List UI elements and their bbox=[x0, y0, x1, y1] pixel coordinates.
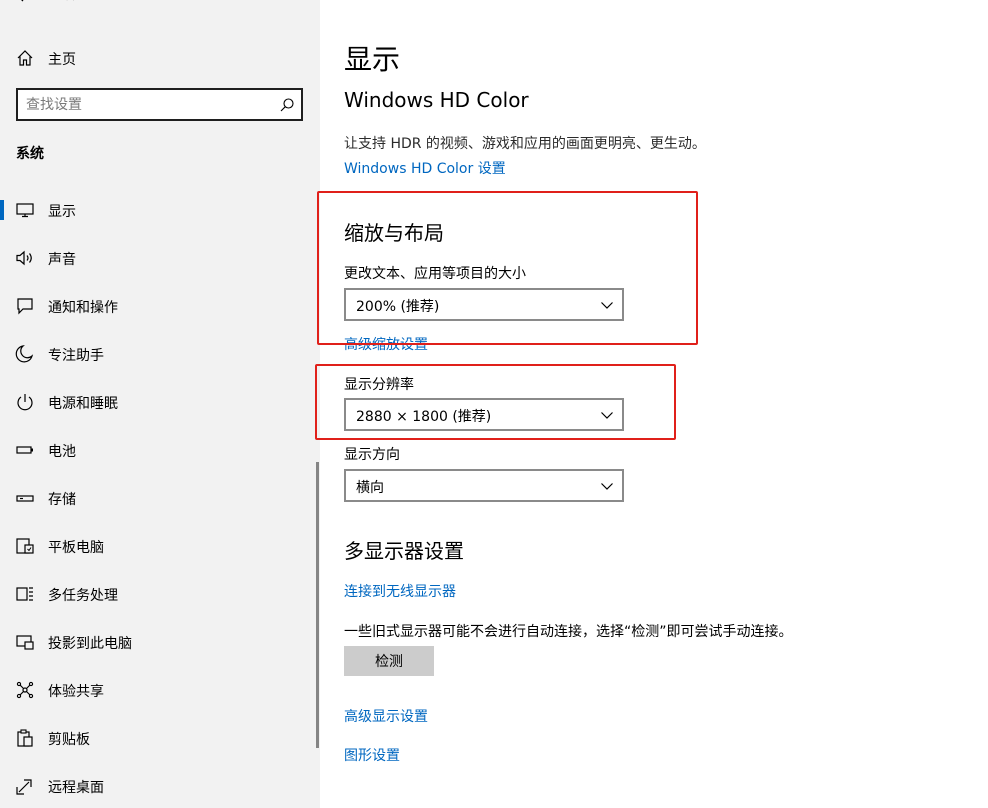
sidebar-item-label: 显示 bbox=[48, 204, 76, 220]
sidebar-item-label: 专注助手 bbox=[48, 348, 104, 364]
annotation-box-resolution bbox=[315, 364, 676, 440]
speaker-icon bbox=[16, 250, 32, 266]
sidebar-item-notifications[interactable]: 通知和操作 bbox=[0, 282, 320, 330]
sidebar-item-label: 电池 bbox=[48, 444, 76, 460]
orientation-dropdown[interactable]: 横向 bbox=[344, 469, 624, 502]
multi-display-heading: 多显示器设置 bbox=[344, 539, 464, 563]
multitask-icon bbox=[16, 587, 33, 601]
sidebar-item-display[interactable]: 显示 bbox=[0, 186, 320, 234]
sidebar-item-tablet[interactable]: 平板电脑 bbox=[0, 522, 320, 570]
search-box[interactable] bbox=[16, 88, 303, 121]
advanced-display-link[interactable]: 高级显示设置 bbox=[344, 706, 428, 726]
sidebar-item-multitasking[interactable]: 多任务处理 bbox=[0, 570, 320, 618]
orientation-label: 显示方向 bbox=[344, 447, 400, 463]
moon-icon bbox=[15, 345, 34, 363]
sidebar-item-label: 通知和操作 bbox=[48, 300, 118, 316]
sidebar-item-power[interactable]: 电源和睡眠 bbox=[0, 378, 320, 426]
projection-icon bbox=[16, 635, 34, 650]
sidebar-item-label: 存储 bbox=[48, 492, 76, 508]
home-icon bbox=[17, 50, 33, 66]
section-title: 系统 bbox=[16, 146, 44, 162]
sidebar-item-battery[interactable]: 电池 bbox=[0, 426, 320, 474]
sidebar-item-label: 远程桌面 bbox=[48, 780, 104, 796]
sidebar-item-storage[interactable]: 存储 bbox=[0, 474, 320, 522]
sidebar-nav: 显示 声音 通知和操作 专注助手 电源和睡眠 电池 存储 平板电脑 多任务处理 … bbox=[0, 186, 320, 808]
sidebar-item-projection[interactable]: 投影到此电脑 bbox=[0, 618, 320, 666]
battery-icon bbox=[16, 446, 33, 454]
detect-button[interactable]: 检测 bbox=[344, 646, 434, 676]
sidebar-scrollbar[interactable] bbox=[316, 462, 319, 748]
sidebar-item-label: 多任务处理 bbox=[48, 588, 118, 604]
sidebar-item-remote-desktop[interactable]: 远程桌面 bbox=[0, 762, 320, 808]
search-icon[interactable] bbox=[279, 97, 295, 113]
sidebar-item-label: 体验共享 bbox=[48, 684, 104, 700]
search-input[interactable] bbox=[18, 90, 258, 119]
back-arrow-icon[interactable] bbox=[14, 0, 34, 6]
annotation-box-scale bbox=[317, 191, 698, 345]
sidebar-item-focus-assist[interactable]: 专注助手 bbox=[0, 330, 320, 378]
monitor-icon bbox=[16, 203, 34, 218]
share-icon bbox=[16, 681, 34, 699]
home-label: 主页 bbox=[48, 52, 76, 68]
hdcolor-description: 让支持 HDR 的视频、游戏和应用的画面更明亮、更生动。 bbox=[344, 136, 706, 152]
orientation-value: 横向 bbox=[356, 480, 384, 496]
tablet-icon bbox=[16, 538, 34, 554]
title-bar: 设置 bbox=[0, 0, 320, 10]
sidebar-item-shared-experiences[interactable]: 体验共享 bbox=[0, 666, 320, 714]
hdcolor-settings-link[interactable]: Windows HD Color 设置 bbox=[344, 158, 506, 178]
wireless-display-link[interactable]: 连接到无线显示器 bbox=[344, 581, 456, 601]
active-indicator bbox=[0, 200, 4, 220]
sidebar-item-clipboard[interactable]: 剪贴板 bbox=[0, 714, 320, 762]
storage-icon bbox=[16, 495, 34, 502]
power-icon bbox=[17, 394, 33, 411]
sidebar-item-sound[interactable]: 声音 bbox=[0, 234, 320, 282]
page-title: 显示 bbox=[344, 43, 401, 76]
remote-desktop-icon bbox=[16, 779, 32, 795]
sidebar-item-label: 投影到此电脑 bbox=[48, 636, 132, 652]
clipboard-icon bbox=[17, 729, 33, 747]
notification-icon bbox=[17, 298, 33, 315]
legacy-display-text: 一些旧式显示器可能不会进行自动连接，选择“检测”即可尝试手动连接。 bbox=[344, 624, 793, 640]
sidebar-item-label: 平板电脑 bbox=[48, 540, 104, 556]
sidebar-item-label: 电源和睡眠 bbox=[48, 396, 118, 412]
hdcolor-heading: Windows HD Color bbox=[344, 88, 529, 112]
sidebar-item-label: 剪贴板 bbox=[48, 732, 90, 748]
sidebar-item-home[interactable]: 主页 bbox=[0, 44, 320, 72]
graphics-settings-link[interactable]: 图形设置 bbox=[344, 745, 400, 765]
sidebar-item-label: 声音 bbox=[48, 252, 76, 268]
chevron-down-icon bbox=[601, 483, 613, 490]
window-title: 设置 bbox=[62, 0, 88, 3]
sidebar: 设置 主页 系统 显示 声音 bbox=[0, 0, 320, 808]
